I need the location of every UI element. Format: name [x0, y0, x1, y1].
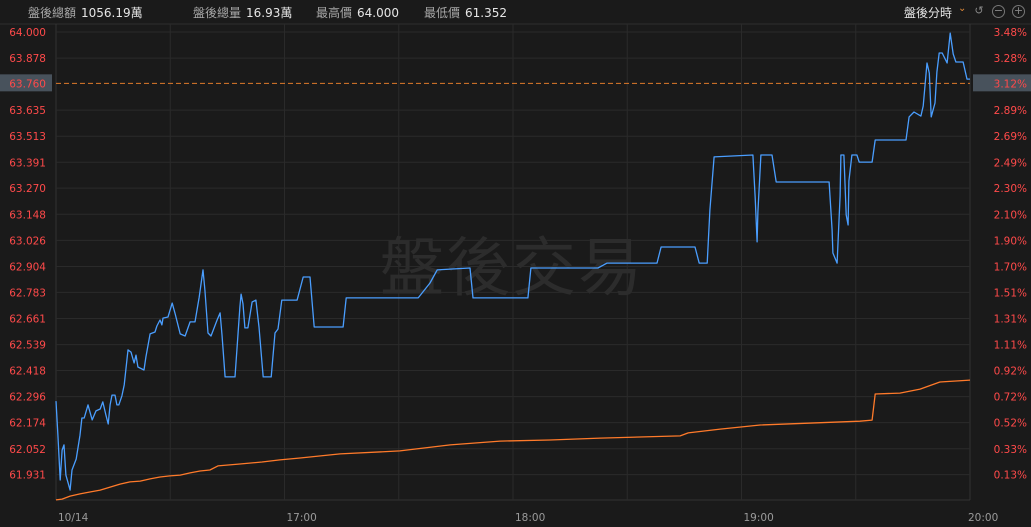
- right-tick-label: 1.70%: [994, 261, 1027, 273]
- left-tick-label: 62.174: [9, 418, 46, 430]
- left-tick-label: 63.513: [9, 131, 46, 143]
- stat-high-price: 最高價 64.000: [316, 6, 400, 20]
- left-tick-label: 62.418: [9, 365, 46, 377]
- right-tick-label: 2.30%: [994, 183, 1027, 195]
- right-tick-label: 0.92%: [994, 365, 1027, 377]
- intraday-chart: 盤後交易 64.000 3.48% 63.878 3.28% 63.760 3.12% 63…: [0, 23, 1031, 524]
- left-tick-label: 63.391: [9, 157, 46, 169]
- left-tick-label: 62.661: [9, 313, 46, 325]
- right-tick-label: 1.11%: [994, 340, 1027, 352]
- right-tick-label: 2.89%: [994, 105, 1027, 117]
- watermark: 盤後交易: [380, 232, 644, 306]
- right-tick-label: 0.72%: [994, 392, 1027, 404]
- right-tick-label: 2.69%: [994, 131, 1027, 143]
- right-tick-label: 3.28%: [994, 53, 1027, 65]
- left-tick-label: 63.270: [9, 183, 46, 195]
- right-tick-label: 0.52%: [994, 418, 1027, 430]
- left-tick-label: 63.878: [9, 53, 46, 65]
- chart-mode-dropdown[interactable]: 盤後分時: [904, 4, 952, 21]
- left-tick-label: 62.783: [9, 287, 46, 299]
- x-tick-label: 20:00: [968, 512, 998, 524]
- right-tick-label: 3.48%: [994, 27, 1027, 39]
- left-tick-label: 62.539: [9, 340, 46, 352]
- left-tick-label: 62.904: [9, 261, 46, 273]
- left-tick-label: 63.026: [9, 235, 46, 247]
- x-tick-label: 10/14: [58, 512, 89, 524]
- stat-total-volume: 盤後總量 16.93萬: [193, 6, 293, 20]
- left-tick-label: 61.931: [9, 470, 46, 482]
- zoom-out-icon[interactable]: −: [992, 5, 1005, 18]
- x-tick-label: 19:00: [744, 512, 774, 524]
- undo-icon[interactable]: ↺: [973, 5, 985, 17]
- right-tick-label: 2.49%: [994, 157, 1027, 169]
- left-tick-label: 62.052: [9, 444, 46, 456]
- x-tick-label: 17:00: [287, 512, 317, 524]
- right-tick-label: 2.10%: [994, 209, 1027, 221]
- x-tick-label: 18:00: [515, 512, 545, 524]
- stat-low-price: 最低價 61.352: [424, 6, 508, 20]
- zoom-in-icon[interactable]: +: [1012, 5, 1025, 18]
- right-tick-label: 1.51%: [994, 287, 1027, 299]
- chevron-down-icon[interactable]: ⌄: [958, 3, 966, 14]
- right-tick-label: 3.12%: [994, 78, 1027, 90]
- right-tick-label: 1.90%: [994, 235, 1027, 247]
- left-tick-label: 63.760: [9, 78, 46, 90]
- left-tick-label: 63.148: [9, 209, 46, 221]
- left-tick-label: 64.000: [9, 27, 46, 39]
- right-tick-label: 1.31%: [994, 313, 1027, 325]
- right-tick-label: 0.33%: [994, 444, 1027, 456]
- left-tick-label: 62.296: [9, 392, 46, 404]
- stat-total-amount: 盤後總額 1056.19萬: [28, 6, 143, 20]
- right-tick-label: 0.13%: [994, 470, 1027, 482]
- left-tick-label: 63.635: [9, 105, 46, 117]
